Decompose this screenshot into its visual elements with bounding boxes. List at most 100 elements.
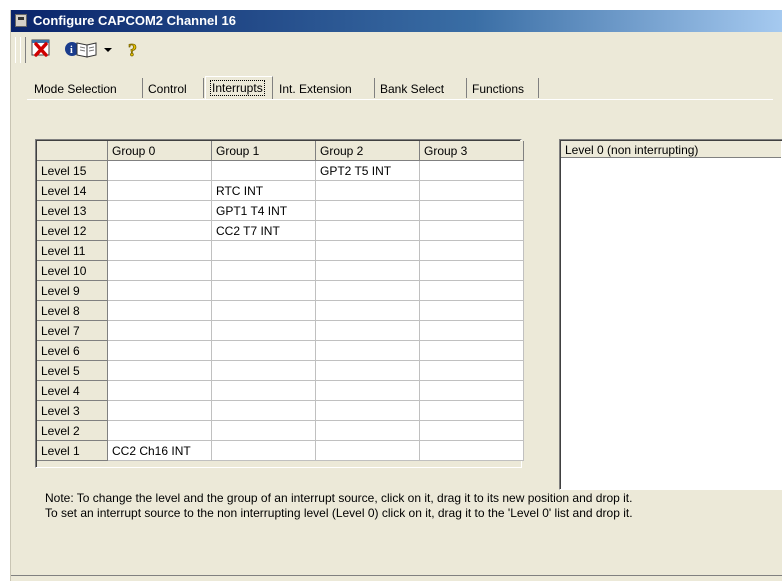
row-header: Level 8 [37, 301, 108, 321]
grid-cell[interactable] [212, 161, 316, 181]
grid-cell[interactable] [316, 201, 420, 221]
row-header: Level 13 [37, 201, 108, 221]
title-bar[interactable]: Configure CAPCOM2 Channel 16 [11, 10, 782, 32]
tab-int-extension[interactable]: Int. Extension [274, 78, 375, 98]
grid-cell[interactable] [316, 241, 420, 261]
level0-list-header: Level 0 (non interrupting) [561, 141, 781, 158]
tab-control[interactable]: Control [143, 78, 204, 98]
grid-cell[interactable] [420, 321, 524, 341]
bottom-divider [11, 575, 782, 576]
tab-bank-select[interactable]: Bank Select [375, 78, 467, 98]
tab-interrupts-label: Interrupts [210, 80, 265, 96]
grid-cell[interactable] [316, 441, 420, 461]
grid-cell[interactable] [316, 321, 420, 341]
grid-cell[interactable] [108, 321, 212, 341]
grid-cell[interactable] [420, 341, 524, 361]
grid-cell[interactable] [420, 361, 524, 381]
grid-cell[interactable] [420, 161, 524, 181]
grid-cell[interactable] [316, 381, 420, 401]
info-button[interactable]: i [63, 36, 99, 62]
grid-cell[interactable] [316, 421, 420, 441]
close-red-x-icon [31, 39, 50, 57]
tab-interrupts[interactable]: Interrupts [205, 76, 273, 100]
row-header: Level 2 [37, 421, 108, 441]
grid-cell[interactable] [108, 341, 212, 361]
row-header: Level 7 [37, 321, 108, 341]
help-button[interactable]: ? [123, 36, 143, 62]
grid-cell[interactable] [316, 341, 420, 361]
column-header: Group 0 [108, 141, 212, 161]
note-line-2: To set an interrupt source to the non in… [45, 506, 633, 520]
grid-cell[interactable] [420, 281, 524, 301]
grid-cell[interactable] [212, 401, 316, 421]
grid-cell[interactable] [420, 221, 524, 241]
grid-cell[interactable] [212, 321, 316, 341]
grid-cell[interactable] [108, 301, 212, 321]
grid-cell[interactable] [108, 201, 212, 221]
grid-cell[interactable] [316, 281, 420, 301]
interrupt-level-grid[interactable]: Group 0 Group 1 Group 2 Group 3 Level 15… [35, 139, 524, 468]
grid-cell[interactable] [212, 361, 316, 381]
grid-cell[interactable] [420, 401, 524, 421]
grid-cell[interactable] [212, 341, 316, 361]
grid-cell[interactable] [212, 241, 316, 261]
row-header: Level 12 [37, 221, 108, 241]
grid-cell[interactable] [316, 401, 420, 421]
grid-cell[interactable] [108, 181, 212, 201]
grid-cell[interactable] [420, 241, 524, 261]
grid-cell[interactable] [420, 421, 524, 441]
grid-cell[interactable] [108, 221, 212, 241]
grid-cell[interactable] [420, 441, 524, 461]
window-title: Configure CAPCOM2 Channel 16 [33, 13, 236, 28]
instructions-note: Note: To change the level and the group … [45, 491, 765, 521]
grid-cell[interactable] [316, 261, 420, 281]
grid-cell[interactable] [212, 421, 316, 441]
chevron-down-icon [104, 48, 112, 52]
column-header: Group 2 [316, 141, 420, 161]
grid-cell[interactable] [420, 301, 524, 321]
grid-cell[interactable] [108, 281, 212, 301]
grid-cell[interactable] [108, 161, 212, 181]
svg-text:?: ? [128, 40, 137, 60]
grid-cell[interactable] [316, 301, 420, 321]
grid-cell[interactable]: GPT2 T5 INT [316, 161, 420, 181]
grid-cell[interactable] [420, 261, 524, 281]
grid-cell[interactable]: CC2 Ch16 INT [108, 441, 212, 461]
grid-cell[interactable] [212, 261, 316, 281]
info-book-icon: i [65, 42, 97, 58]
grid-cell[interactable] [316, 361, 420, 381]
grid-cell[interactable] [316, 221, 420, 241]
grid-cell[interactable] [420, 181, 524, 201]
level0-list[interactable]: Level 0 (non interrupting) [559, 139, 782, 490]
configure-window: Configure CAPCOM2 Channel 16 i ? Mode Se… [10, 10, 782, 581]
close-button[interactable] [27, 36, 55, 62]
grid-cell[interactable] [108, 361, 212, 381]
row-header: Level 6 [37, 341, 108, 361]
grid-cell[interactable] [108, 261, 212, 281]
grid-cell[interactable] [420, 381, 524, 401]
grid-cell[interactable] [108, 401, 212, 421]
grid-cell[interactable]: GPT1 T4 INT [212, 201, 316, 221]
info-dropdown-button[interactable] [101, 36, 115, 62]
row-header: Level 10 [37, 261, 108, 281]
note-line-1: Note: To change the level and the group … [45, 491, 633, 505]
grid-cell[interactable] [316, 181, 420, 201]
grid-cell[interactable] [212, 381, 316, 401]
grid-cell[interactable] [108, 421, 212, 441]
grid-cell[interactable] [212, 301, 316, 321]
help-question-icon: ? [128, 40, 138, 61]
grid-body: Group 0 Group 1 Group 2 Group 3 Level 15… [36, 140, 524, 467]
grid-cell[interactable] [108, 381, 212, 401]
grid-cell[interactable]: RTC INT [212, 181, 316, 201]
row-header: Level 5 [37, 361, 108, 381]
grid-cell[interactable] [108, 241, 212, 261]
row-header: Level 14 [37, 181, 108, 201]
grid-cell[interactable] [212, 441, 316, 461]
toolbar-grip-2[interactable] [20, 37, 26, 63]
grid-cell[interactable] [212, 281, 316, 301]
grid-cell[interactable]: CC2 T7 INT [212, 221, 316, 241]
grid-cell[interactable] [420, 201, 524, 221]
tab-mode-selection[interactable]: Mode Selection [29, 78, 143, 98]
toolbar: i ? [13, 34, 179, 64]
tab-functions[interactable]: Functions [467, 78, 539, 98]
